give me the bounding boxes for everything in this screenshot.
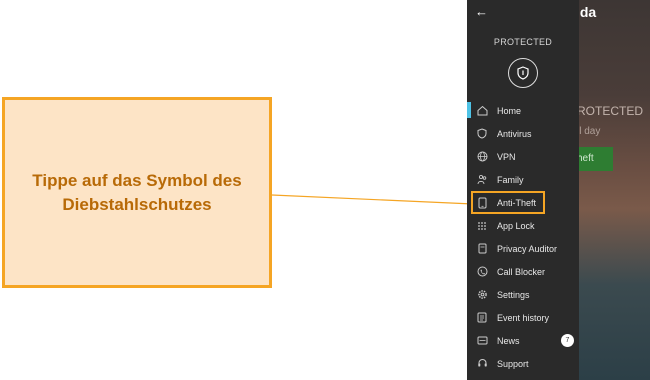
call-icon	[475, 265, 489, 279]
background-status-text: ROTECTED	[577, 104, 643, 118]
menu-item-label: Family	[497, 174, 524, 185]
menu-item-home[interactable]: Home	[467, 99, 579, 122]
background-subtext: ll day	[577, 126, 601, 137]
menu-item-label: Settings	[497, 289, 530, 300]
drawer-menu: Home Antivirus VPN Family Anti-Theft App…	[467, 99, 579, 375]
menu-item-label: Privacy Auditor	[497, 243, 558, 254]
back-arrow-icon[interactable]: ←	[475, 4, 488, 19]
keypad-icon	[475, 219, 489, 233]
menu-item-support[interactable]: Support	[467, 352, 579, 375]
news-icon	[475, 334, 489, 348]
menu-item-news[interactable]: News 7	[467, 329, 579, 352]
status-shield-icon	[508, 58, 538, 88]
menu-item-label: Event history	[497, 312, 550, 323]
navigation-drawer: ← PROTECTED Home Antivirus VPN Family An…	[467, 0, 579, 380]
menu-item-vpn[interactable]: VPN	[467, 145, 579, 168]
menu-item-label: App Lock	[497, 220, 535, 231]
menu-item-label: Antivirus	[497, 128, 532, 139]
home-icon	[475, 104, 489, 118]
phone-icon	[475, 196, 489, 210]
menu-item-label: News	[497, 335, 520, 346]
news-count-badge: 7	[561, 334, 574, 347]
menu-item-app-lock[interactable]: App Lock	[467, 214, 579, 237]
menu-item-antivirus[interactable]: Antivirus	[467, 122, 579, 145]
menu-item-label: Anti-Theft	[497, 197, 537, 208]
document-icon	[475, 242, 489, 256]
menu-item-label: Home	[497, 105, 522, 116]
menu-item-family[interactable]: Family	[467, 168, 579, 191]
menu-item-label: Support	[497, 358, 529, 369]
instruction-callout: Tippe auf das Symbol des Diebstahlschutz…	[2, 97, 272, 288]
menu-item-settings[interactable]: Settings	[467, 283, 579, 306]
support-icon	[475, 357, 489, 371]
callout-text: Tippe auf das Symbol des Diebstahlschutz…	[32, 170, 242, 214]
family-icon	[475, 173, 489, 187]
menu-item-event-history[interactable]: Event history	[467, 306, 579, 329]
gear-icon	[475, 288, 489, 302]
menu-item-label: Call Blocker	[497, 266, 546, 277]
protection-status: PROTECTED	[493, 37, 553, 47]
list-icon	[475, 311, 489, 325]
menu-item-call-blocker[interactable]: Call Blocker	[467, 260, 579, 283]
globe-icon	[475, 150, 489, 164]
menu-item-label: VPN	[497, 151, 516, 162]
menu-item-anti-theft[interactable]: Anti-Theft	[471, 191, 545, 214]
menu-item-privacy-auditor[interactable]: Privacy Auditor	[467, 237, 579, 260]
shield-icon	[475, 127, 489, 141]
